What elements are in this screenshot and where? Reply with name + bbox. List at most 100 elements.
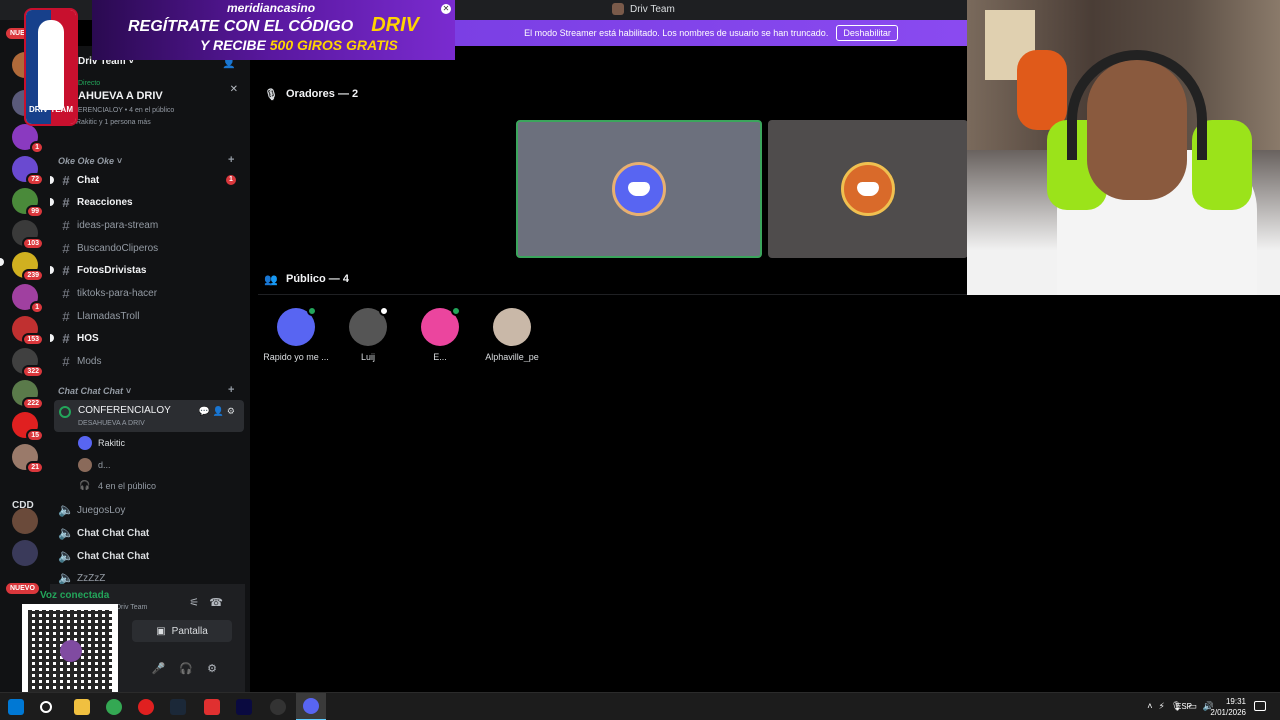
channel-name: CONFERENCIALOY bbox=[78, 405, 171, 416]
hash-icon: # bbox=[62, 240, 70, 256]
server-icon[interactable] bbox=[12, 540, 38, 566]
channel-item[interactable]: # ideas-para-stream bbox=[58, 215, 244, 235]
server-icon[interactable]: 1 bbox=[12, 124, 44, 154]
speaker-tile[interactable] bbox=[768, 120, 968, 258]
steam-icon[interactable] bbox=[170, 699, 186, 715]
ad-offer: 500 GIROS GRATIS bbox=[269, 37, 398, 53]
voice-connected-label[interactable]: Voz conectada bbox=[40, 590, 109, 601]
stage-name: AHUEVA A DRIV bbox=[78, 90, 163, 102]
channel-name: Mods bbox=[77, 355, 102, 367]
language-indicator[interactable]: ESP bbox=[1176, 702, 1192, 711]
active-stage-channel[interactable]: CONFERENCIALOY DESAHUEVA A DRIV 💬👤⚙ bbox=[54, 400, 244, 432]
ad-code: DRIV bbox=[371, 14, 419, 36]
file-explorer-icon[interactable] bbox=[74, 699, 90, 715]
server-icon[interactable]: 21 bbox=[12, 444, 44, 474]
voice-actions[interactable]: ⚟☎ bbox=[189, 596, 233, 609]
server-avatar-icon bbox=[612, 3, 624, 15]
channel-name: Chat Chat Chat bbox=[77, 550, 150, 562]
channel-name: LlamadasTroll bbox=[77, 310, 140, 322]
server-icon[interactable]: 1 bbox=[12, 284, 44, 314]
channel-item[interactable]: # FotosDrivistas bbox=[50, 260, 244, 280]
channel-name: BuscandoCliperos bbox=[77, 242, 159, 254]
channel-item[interactable]: # tiktoks-para-hacer bbox=[58, 283, 244, 303]
voice-server-name: Driv Team bbox=[116, 604, 148, 611]
category-header[interactable]: Chat Chat Chat ˅ + bbox=[58, 384, 234, 396]
server-icon[interactable] bbox=[12, 508, 38, 534]
add-channel-icon[interactable]: + bbox=[228, 154, 234, 166]
audience-member[interactable]: Luij bbox=[333, 306, 403, 362]
clock[interactable]: 19:31 2/01/2026 bbox=[1210, 696, 1246, 718]
channel-name: ideas-para-stream bbox=[77, 219, 159, 231]
server-icon[interactable]: 222 bbox=[12, 380, 44, 410]
obs-icon[interactable] bbox=[270, 699, 286, 715]
server-icon[interactable]: 153 bbox=[12, 316, 44, 346]
disable-streamer-button[interactable]: Deshabilitar bbox=[836, 25, 898, 41]
speaker-tile[interactable] bbox=[516, 120, 762, 258]
voice-user[interactable]: d... bbox=[78, 458, 111, 472]
streamer-banner-text: El modo Streamer está habilitado. Los no… bbox=[524, 28, 829, 38]
ad-close-icon[interactable]: ✕ bbox=[441, 4, 451, 14]
add-channel-icon[interactable]: + bbox=[228, 384, 234, 396]
user-controls[interactable]: 🎤🎧⚙ bbox=[152, 662, 231, 675]
notifications-icon[interactable] bbox=[1254, 701, 1266, 711]
discord-taskbar-app[interactable] bbox=[296, 693, 326, 720]
status-dot bbox=[451, 306, 461, 316]
windows-start-icon[interactable] bbox=[8, 699, 24, 715]
channel-item[interactable]: # Reacciones bbox=[50, 192, 244, 212]
category-header[interactable]: Oke Oke Oke ˅ + bbox=[58, 154, 234, 166]
speakers-title: Oradores — 2 bbox=[286, 88, 359, 100]
voice-user[interactable]: Rakitic bbox=[78, 436, 125, 450]
audience-member[interactable]: Alphaville_pe bbox=[477, 308, 547, 362]
window-title-text: Driv Team bbox=[630, 3, 675, 15]
casino-ad-banner[interactable]: meridiancasino REGÍTRATE CON EL CÓDIGO DR… bbox=[92, 0, 455, 60]
ad-line1-text: REGÍTRATE CON EL CÓDIGO bbox=[128, 18, 354, 35]
voice-channel-item[interactable]: 🔈 Chat Chat Chat bbox=[58, 523, 244, 543]
speakers-section-title: 🎙 Oradores — 2 bbox=[264, 88, 359, 101]
headphones-icon: 🎧 bbox=[79, 480, 91, 490]
server-icon[interactable]: 15 bbox=[12, 412, 44, 442]
server-icon[interactable]: 239 bbox=[12, 252, 44, 282]
avatar bbox=[277, 306, 317, 346]
server-icon[interactable]: 99 bbox=[12, 188, 44, 218]
stage-meta2: Rakitic y 1 persona más bbox=[76, 119, 151, 126]
channel-item[interactable]: # Chat 1 bbox=[50, 170, 244, 190]
speaker-icon: 🔈 bbox=[58, 548, 75, 563]
server-badge: 21 bbox=[26, 461, 44, 474]
audience-member[interactable]: Rapido yo me ... bbox=[261, 306, 331, 362]
close-icon[interactable]: ✕ bbox=[230, 84, 238, 95]
avatar bbox=[493, 308, 531, 346]
media-icon[interactable] bbox=[138, 699, 154, 715]
screen-share-label: Pantalla bbox=[171, 625, 208, 637]
stage-card[interactable]: Directo AHUEVA A DRIV CONFERENCIALOY • 4… bbox=[56, 80, 244, 148]
hash-icon: # bbox=[62, 194, 70, 210]
audience-count[interactable]: 🎧 4 en el público bbox=[78, 480, 156, 491]
user-name: d... bbox=[98, 460, 111, 470]
channel-name: Chat bbox=[77, 174, 100, 186]
search-icon[interactable] bbox=[40, 701, 52, 713]
mic-icon: 🎙 bbox=[264, 89, 278, 101]
hash-icon: # bbox=[62, 285, 70, 301]
channel-item[interactable]: # HOS bbox=[50, 328, 244, 348]
server-icon[interactable]: 322 bbox=[12, 348, 44, 378]
voice-channel-item[interactable]: 🔈 Chat Chat Chat bbox=[58, 546, 244, 566]
audience-name: Rapido yo me ... bbox=[263, 352, 329, 362]
speaker-avatar bbox=[841, 162, 895, 216]
channel-name: JuegosLoy bbox=[77, 504, 126, 516]
avatar bbox=[78, 458, 92, 472]
hash-icon: # bbox=[62, 330, 70, 346]
premiere-icon[interactable] bbox=[236, 699, 252, 715]
channel-item[interactable]: # Mods bbox=[58, 351, 244, 371]
audience-member[interactable]: E... bbox=[405, 306, 475, 362]
channel-name: HOS bbox=[77, 332, 99, 344]
chrome-icon[interactable] bbox=[106, 699, 122, 715]
app-icon[interactable] bbox=[204, 699, 220, 715]
voice-channel-item[interactable]: 🔈 JuegosLoy bbox=[58, 500, 244, 520]
stage-meta: CONFERENCIALOY • 4 en el público bbox=[58, 107, 175, 114]
channel-item[interactable]: # LlamadasTroll bbox=[58, 306, 244, 326]
channel-tools[interactable]: 💬👤⚙ bbox=[199, 406, 238, 417]
server-icon[interactable]: 72 bbox=[12, 156, 44, 186]
unread-pill bbox=[50, 198, 54, 206]
screen-share-button[interactable]: ▣ Pantalla bbox=[132, 620, 232, 642]
server-icon[interactable]: 103 bbox=[12, 220, 44, 250]
channel-item[interactable]: # BuscandoCliperos bbox=[58, 238, 244, 258]
